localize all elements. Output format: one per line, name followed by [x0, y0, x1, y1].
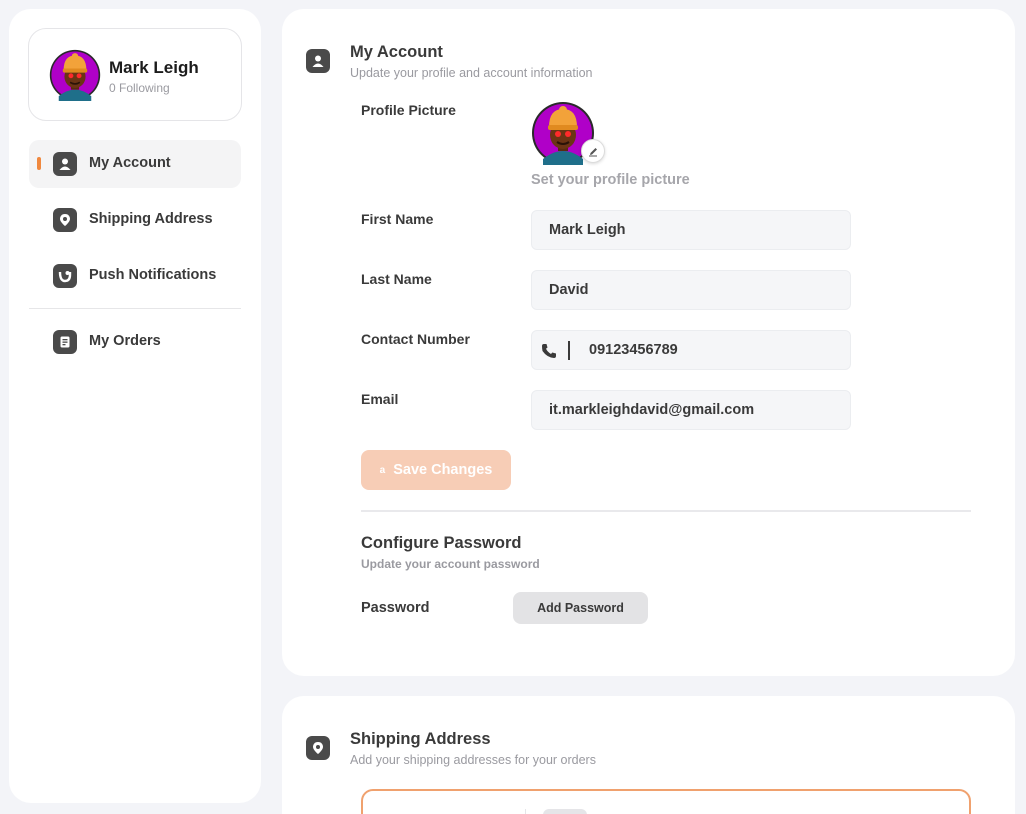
- section-divider: [361, 510, 971, 512]
- phone-separator: [568, 341, 570, 360]
- section-title: My Account: [350, 43, 443, 61]
- location-pin-icon: [306, 736, 330, 760]
- save-icon: a: [379, 464, 386, 476]
- profile-name: Mark Leigh: [109, 58, 199, 77]
- active-indicator: [37, 157, 41, 170]
- sidebar-item-label: Shipping Address: [89, 211, 213, 227]
- bell-icon: [53, 264, 77, 288]
- email-label: Email: [361, 391, 399, 407]
- user-icon: [306, 49, 330, 73]
- following-count: 0 Following: [109, 81, 170, 95]
- sidebar-item-shipping-address[interactable]: Shipping Address: [29, 196, 241, 244]
- add-password-button[interactable]: Add Password: [513, 592, 648, 624]
- save-changes-button[interactable]: a Save Changes: [361, 450, 511, 490]
- sidebar-item-my-orders[interactable]: My Orders: [29, 318, 241, 366]
- phone-icon: [542, 344, 556, 358]
- account-card: My Account Update your profile and accou…: [282, 9, 1015, 676]
- clipboard-icon: [53, 330, 77, 354]
- pencil-icon: [588, 147, 597, 156]
- sidebar-item-label: My Orders: [89, 333, 161, 349]
- avatar: [49, 49, 101, 101]
- profile-picture-hint: Set your profile picture: [531, 172, 690, 188]
- email-field[interactable]: it.markleighdavid@gmail.com: [531, 390, 851, 430]
- section-subtitle: Update your profile and account informat…: [350, 66, 593, 80]
- user-icon: [53, 152, 77, 176]
- password-label: Password: [361, 600, 430, 616]
- password-section-subtitle: Update your account password: [361, 557, 540, 571]
- password-section-title: Configure Password: [361, 534, 522, 552]
- last-name-field[interactable]: David: [531, 270, 851, 310]
- profile-picture-label: Profile Picture: [361, 102, 456, 118]
- last-name-label: Last Name: [361, 271, 432, 287]
- first-name-label: First Name: [361, 211, 434, 227]
- sidebar-divider: [29, 308, 241, 309]
- section-subtitle: Add your shipping addresses for your ord…: [350, 753, 596, 767]
- contact-number-label: Contact Number: [361, 331, 470, 347]
- address-tag: [543, 809, 587, 814]
- sidebar-item-label: My Account: [89, 155, 171, 171]
- sidebar-item-push-notifications[interactable]: Push Notifications: [29, 252, 241, 300]
- profile-card[interactable]: Mark Leigh 0 Following: [28, 28, 242, 121]
- edit-picture-button[interactable]: [581, 139, 605, 163]
- first-name-field[interactable]: Mark Leigh: [531, 210, 851, 250]
- shipping-card: Shipping Address Add your shipping addre…: [282, 696, 1015, 814]
- contact-number-field[interactable]: 09123456789: [531, 330, 851, 370]
- sidebar: Mark Leigh 0 Following My Account Shippi…: [9, 9, 261, 803]
- contact-number-value: 09123456789: [589, 342, 678, 358]
- location-pin-icon: [53, 208, 77, 232]
- address-card-separator: [525, 809, 526, 814]
- sidebar-item-label: Push Notifications: [89, 267, 217, 283]
- section-title: Shipping Address: [350, 730, 491, 748]
- address-card[interactable]: [361, 789, 971, 814]
- save-changes-label: Save Changes: [393, 462, 493, 478]
- sidebar-item-my-account[interactable]: My Account: [29, 140, 241, 188]
